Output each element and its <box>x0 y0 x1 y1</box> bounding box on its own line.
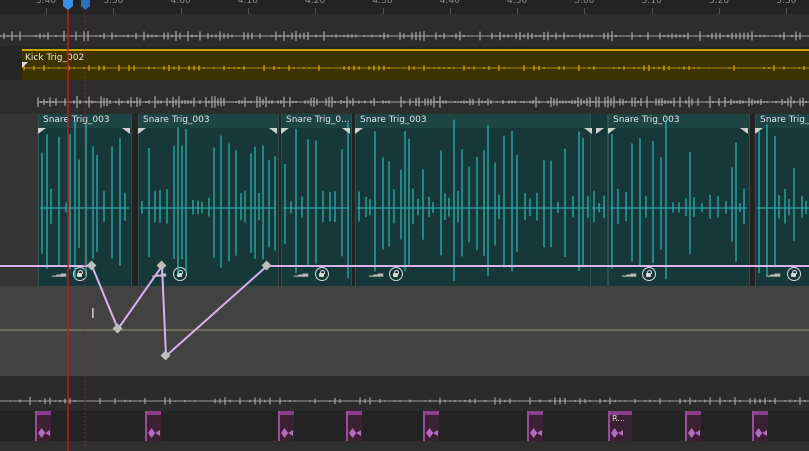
automation-envelope[interactable] <box>0 263 809 359</box>
mouse-cursor-icon: I <box>91 307 95 322</box>
fade-handle <box>122 128 130 134</box>
mid-waveform <box>37 96 809 108</box>
fade-handle <box>38 128 46 134</box>
fade-handle <box>342 128 350 134</box>
keyframe-point <box>156 260 167 271</box>
kick-waveform <box>23 65 809 71</box>
fade-handle <box>584 128 592 134</box>
snare-waveform <box>40 119 809 281</box>
fade-handle <box>138 128 146 134</box>
clip-fade-handles[interactable] <box>38 128 763 134</box>
keyframe-point <box>86 260 97 271</box>
fade-handle <box>281 128 289 134</box>
fade-handle <box>608 128 616 134</box>
fade-handle <box>596 128 604 134</box>
fade-handle <box>740 128 748 134</box>
top-waveform <box>0 31 809 41</box>
fade-handle <box>355 128 363 134</box>
lower-waveform <box>0 397 809 405</box>
kick-fade-handle[interactable] <box>22 62 28 68</box>
fade-handle <box>269 128 277 134</box>
waveform-overlay: I <box>0 0 809 451</box>
